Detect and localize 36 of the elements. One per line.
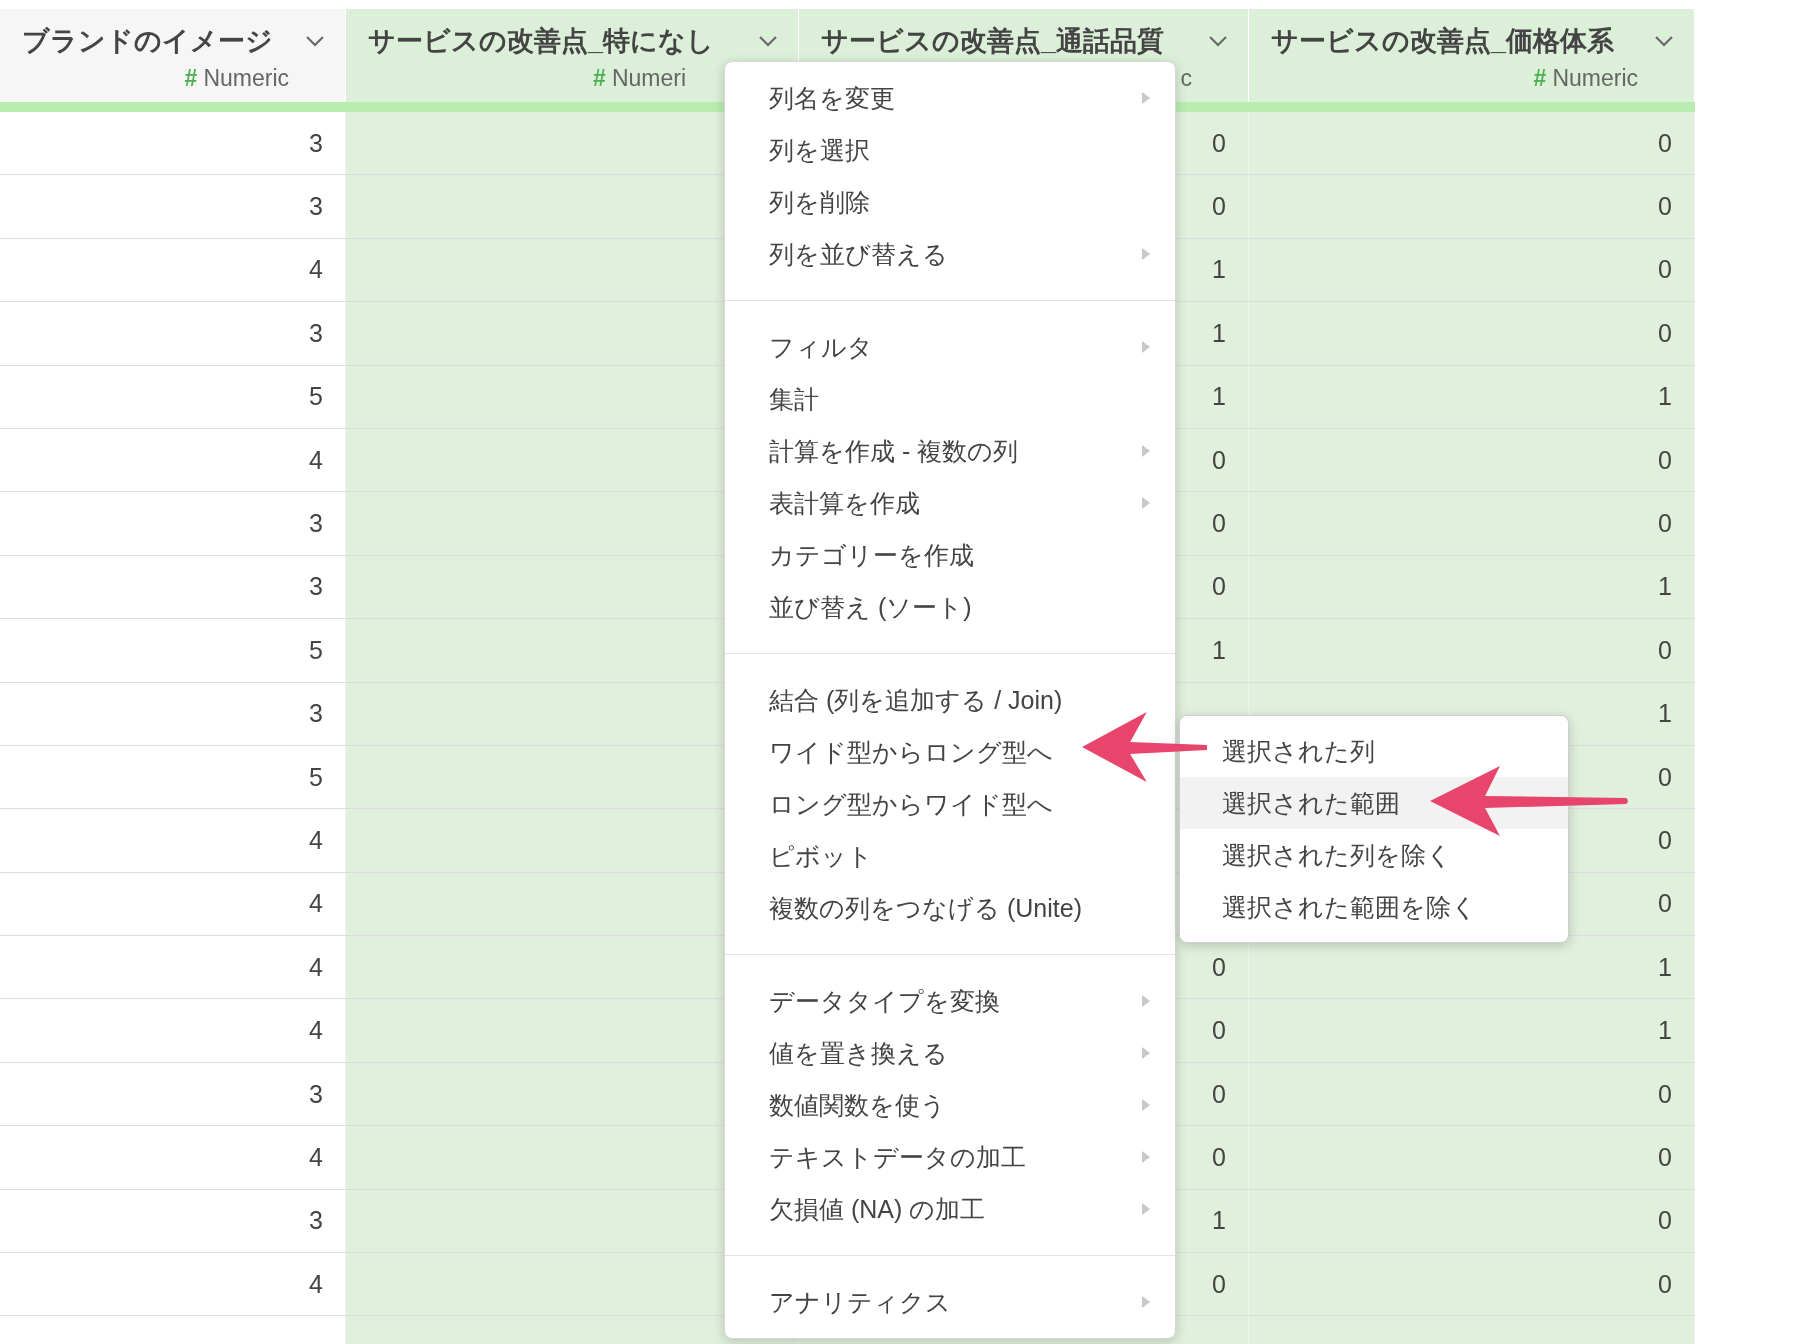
table-cell: 1	[1249, 365, 1695, 428]
table-cell: 0	[1249, 1062, 1695, 1126]
column-header[interactable]: ブランドのイメージ # Numeric	[0, 9, 346, 102]
type-label: Numeric	[203, 65, 289, 92]
menu-item[interactable]: 複数の列をつなげる (Unite)	[725, 882, 1175, 934]
menu-item[interactable]: ワイド型からロング型へ	[725, 726, 1175, 778]
table-cell: 0	[1249, 1189, 1695, 1253]
type-label: Numeri	[611, 65, 686, 92]
type-mark: #	[593, 65, 606, 92]
table-cell: 1	[1249, 555, 1695, 619]
table-cell: 0	[1249, 1126, 1695, 1189]
table-cell: 0	[1249, 1253, 1695, 1316]
menu-item[interactable]: ロング型からワイド型へ	[725, 778, 1175, 830]
chevron-down-icon[interactable]	[1654, 35, 1674, 47]
type-label: Numeric	[1552, 65, 1638, 92]
table-cell: 0	[1249, 238, 1695, 302]
chevron-down-icon[interactable]	[758, 35, 778, 47]
type-mark: #	[184, 65, 198, 92]
table-cell: 0	[1249, 175, 1695, 238]
table-cell: 1	[1249, 936, 1695, 999]
column-title: サービスの改善点_特になし	[368, 25, 715, 58]
type-label: c	[1180, 65, 1192, 92]
table-cell: 0	[1249, 428, 1695, 492]
menu-item[interactable]: ピボット	[725, 830, 1175, 882]
column-title: ブランドのイメージ	[22, 25, 273, 58]
table-cell: 0	[1249, 492, 1695, 555]
chevron-down-icon[interactable]	[305, 35, 325, 47]
table-cell: 0	[1249, 302, 1695, 365]
table-cell: 0	[1249, 112, 1695, 175]
type-mark: #	[1533, 65, 1547, 92]
chevron-down-icon[interactable]	[1208, 35, 1228, 47]
column-title: サービスの改善点_通話品質	[821, 25, 1165, 58]
column-header[interactable]: サービスの改善点_価格体系 # Numeric	[1249, 9, 1695, 102]
column-title: サービスの改善点_価格体系	[1271, 25, 1615, 58]
table-cell: 1	[1249, 999, 1695, 1062]
table-cell: 0	[1249, 619, 1695, 682]
